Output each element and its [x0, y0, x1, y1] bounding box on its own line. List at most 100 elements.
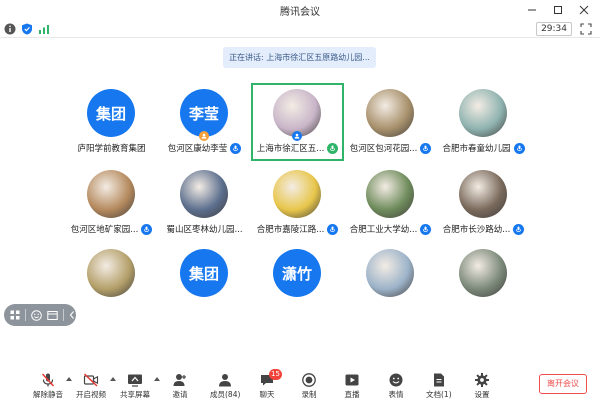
participant-tile[interactable]: 包河区地矿家园...: [65, 164, 158, 242]
participant-avatar: 潇竹: [273, 249, 321, 297]
participant-tile[interactable]: [344, 243, 437, 321]
share-options-caret[interactable]: [154, 377, 160, 381]
mic-on-icon: [420, 142, 432, 154]
smiley-icon: [388, 372, 404, 388]
share-screen-button[interactable]: 共享屏幕: [120, 372, 150, 400]
participant-tile[interactable]: 合肥市长沙路幼...: [437, 164, 530, 242]
start-video-button[interactable]: 开启视频: [76, 372, 106, 400]
participant-name: 合肥工业大学幼...: [349, 225, 418, 235]
mic-on-icon: [513, 142, 525, 154]
participant-name: 蜀山区枣林幼儿园...: [166, 225, 243, 235]
grid-view-icon[interactable]: [10, 309, 20, 321]
participant-tile[interactable]: 合肥工业大学幼...: [344, 164, 437, 242]
audio-options-caret[interactable]: [66, 377, 72, 381]
members-button[interactable]: 成员(84): [210, 372, 240, 400]
participant-name-row: 合肥市春童幼儿园: [437, 141, 530, 155]
divider: [62, 309, 63, 321]
participant-name: 庐阳学前教育集团: [77, 144, 146, 154]
participant-tile[interactable]: 李莹 包河区康幼李莹: [158, 83, 251, 161]
layout-icon[interactable]: [46, 309, 58, 321]
minimize-icon: [528, 9, 536, 11]
settings-label: 设置: [474, 390, 490, 399]
participant-name-row: 蜀山区枣林幼儿园...: [158, 222, 251, 236]
participant-avatar-photo: [87, 170, 135, 218]
participant-tile-active[interactable]: 上海市徐汇区五...: [251, 83, 344, 161]
participant-name: 合肥市嘉陵江路...: [256, 225, 325, 235]
participant-tile[interactable]: 包河区包河花园...: [344, 83, 437, 161]
chat-icon: 15: [259, 369, 282, 388]
close-button[interactable]: [575, 2, 593, 18]
documents-button[interactable]: 文档(1): [426, 372, 452, 400]
participant-avatar-photo: [459, 89, 507, 137]
invite-label: 邀请: [172, 390, 188, 399]
chat-unread-badge: 15: [269, 369, 282, 380]
leave-meeting-button[interactable]: 离开会议: [539, 374, 587, 394]
participant-tile[interactable]: 合肥市嘉陵江路...: [251, 164, 344, 242]
participant-tile[interactable]: 潇竹: [251, 243, 344, 321]
start-video-label: 开启视频: [76, 390, 106, 399]
participant-avatar-photo: [366, 249, 414, 297]
participant-tile[interactable]: 集团: [158, 243, 251, 321]
participant-avatar: 集团: [87, 89, 135, 137]
emoji-icon[interactable]: [30, 309, 42, 321]
participant-tile[interactable]: 蜀山区枣林幼儿园...: [158, 164, 251, 242]
participant-tile[interactable]: [65, 243, 158, 321]
signal-icon[interactable]: [38, 23, 50, 35]
participant-tile[interactable]: 集团庐阳学前教育集团: [65, 83, 158, 161]
unmute-button[interactable]: 解除静音: [33, 372, 63, 400]
participant-name: 包河区地矿家园...: [70, 225, 139, 235]
participant-name-row: 合肥工业大学幼...: [344, 222, 437, 236]
participant-name-row: 庐阳学前教育集团: [65, 141, 158, 155]
meeting-timer: 29:34: [536, 22, 572, 36]
fullscreen-icon[interactable]: [580, 23, 592, 35]
participant-name-row: 包河区地矿家园...: [65, 222, 158, 236]
participant-name-row: 合肥市嘉陵江路...: [251, 222, 344, 236]
invite-button[interactable]: 邀请: [172, 372, 188, 400]
mic-on-icon: [141, 223, 153, 235]
speaking-indicator: 正在讲话: 上海市徐汇区五原路幼儿园...: [223, 47, 376, 68]
document-icon: [431, 372, 447, 388]
reactions-label: 表情: [388, 390, 404, 399]
collapse-chevron-icon[interactable]: [68, 309, 76, 321]
participant-avatar-photo: [87, 249, 135, 297]
info-icon[interactable]: [4, 23, 16, 35]
window-title: 腾讯会议: [280, 7, 320, 18]
close-icon: [579, 5, 589, 15]
meeting-window: 腾讯会议 29:34 正在讲话: 上海市徐汇区五原路幼儿园... 集团庐阳学前教…: [0, 0, 600, 401]
settings-button[interactable]: 设置: [474, 372, 490, 400]
participant-avatar-photo: [459, 170, 507, 218]
chat-label: 聊天: [259, 390, 275, 399]
share-screen-icon: [127, 372, 143, 388]
record-icon: [301, 372, 317, 388]
reactions-button[interactable]: 表情: [388, 372, 404, 400]
add-user-icon: [172, 372, 188, 388]
participant-tile[interactable]: [437, 243, 530, 321]
gear-icon: [474, 372, 490, 388]
host-badge-icon: [199, 131, 209, 141]
participant-tile[interactable]: 合肥市春童幼儿园: [437, 83, 530, 161]
participant-name-row: 包河区包河花园...: [344, 141, 437, 155]
unmute-label: 解除静音: [33, 390, 63, 399]
live-label: 直播: [344, 390, 360, 399]
record-button[interactable]: 录制: [301, 372, 317, 400]
participant-name: 包河区包河花园...: [349, 144, 418, 154]
live-button[interactable]: 直播: [344, 372, 360, 400]
record-label: 录制: [301, 390, 317, 399]
chat-button[interactable]: 15 聊天: [259, 369, 282, 400]
participant-avatar-photo: [273, 170, 321, 218]
participant-avatar-photo: [180, 170, 228, 218]
participant-name-row: 上海市徐汇区五...: [253, 141, 342, 155]
video-off-icon: [83, 372, 99, 388]
live-icon: [344, 372, 360, 388]
cohost-badge-icon: [292, 131, 302, 141]
mic-on-icon: [327, 223, 339, 235]
participant-name: 合肥市春童幼儿园: [442, 144, 511, 154]
shield-icon[interactable]: [21, 23, 33, 35]
mic-on-icon: [513, 223, 525, 235]
mic-on-icon: [327, 142, 339, 154]
floating-view-toolbar: [4, 304, 76, 326]
video-options-caret[interactable]: [110, 377, 116, 381]
participant-avatar: 李莹: [180, 89, 228, 137]
minimize-button[interactable]: [523, 2, 541, 18]
maximize-button[interactable]: [549, 2, 567, 18]
